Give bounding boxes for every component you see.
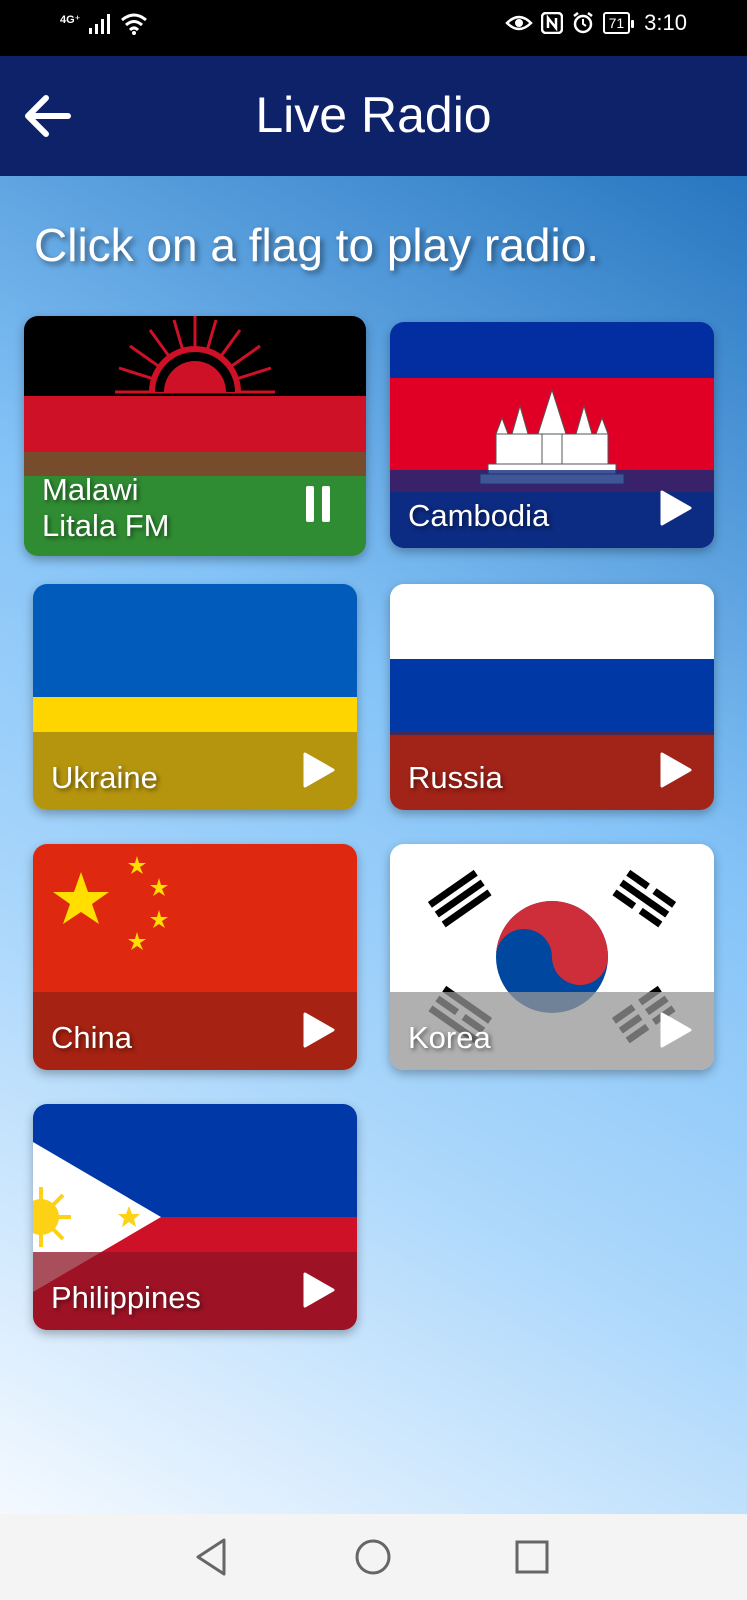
status-bar: 4G⁺ 71 3:10: [0, 0, 747, 56]
station-label: Cambodia: [408, 498, 550, 533]
network-type: 4G⁺: [60, 13, 81, 26]
station-label: Korea: [408, 1020, 491, 1055]
app-bar: Live Radio: [0, 56, 747, 176]
station-card-korea[interactable]: Korea: [390, 844, 714, 1070]
station-label: Ukraine: [51, 760, 158, 795]
play-icon[interactable]: [301, 752, 335, 788]
instruction-text: Click on a flag to play radio.: [34, 219, 600, 271]
clock: 3:10: [644, 10, 687, 35]
battery-indicator: 71: [602, 12, 634, 34]
play-icon[interactable]: [658, 490, 692, 526]
station-card-malawi[interactable]: Malawi Litala FM: [24, 316, 366, 556]
station-card-russia[interactable]: Russia: [390, 584, 714, 810]
home-nav-button[interactable]: [350, 1534, 396, 1580]
system-nav-bar: [0, 1514, 747, 1600]
nfc-icon: [540, 12, 563, 34]
station-card-ukraine[interactable]: Ukraine: [33, 584, 357, 810]
back-nav-button[interactable]: [190, 1534, 236, 1580]
alarm-icon: [572, 12, 593, 34]
play-icon[interactable]: [301, 1272, 335, 1308]
station-card-china[interactable]: China: [33, 844, 357, 1070]
play-icon[interactable]: [658, 1012, 692, 1048]
play-icon[interactable]: [301, 1012, 335, 1048]
home-nav-icon: [355, 1539, 391, 1575]
back-nav-icon: [196, 1538, 226, 1576]
recents-nav-button[interactable]: [509, 1534, 555, 1580]
wifi-icon: [121, 13, 148, 35]
station-grid-screen: Click on a flag to play radio. Malawi Li…: [0, 176, 747, 1514]
recents-nav-icon: [515, 1540, 549, 1574]
signal-icon: [89, 14, 111, 34]
station-label: Russia: [408, 760, 503, 795]
station-label: Philippines: [51, 1280, 201, 1315]
station-card-cambodia[interactable]: Cambodia: [390, 322, 714, 548]
eye-icon: [504, 15, 533, 31]
play-icon[interactable]: [658, 752, 692, 788]
station-label: Malawi Litala FM: [42, 472, 170, 543]
page-title: Live Radio: [255, 87, 492, 143]
pause-icon[interactable]: [302, 486, 336, 522]
station-label: China: [51, 1020, 132, 1055]
station-card-philippines[interactable]: Philippines: [33, 1104, 357, 1330]
